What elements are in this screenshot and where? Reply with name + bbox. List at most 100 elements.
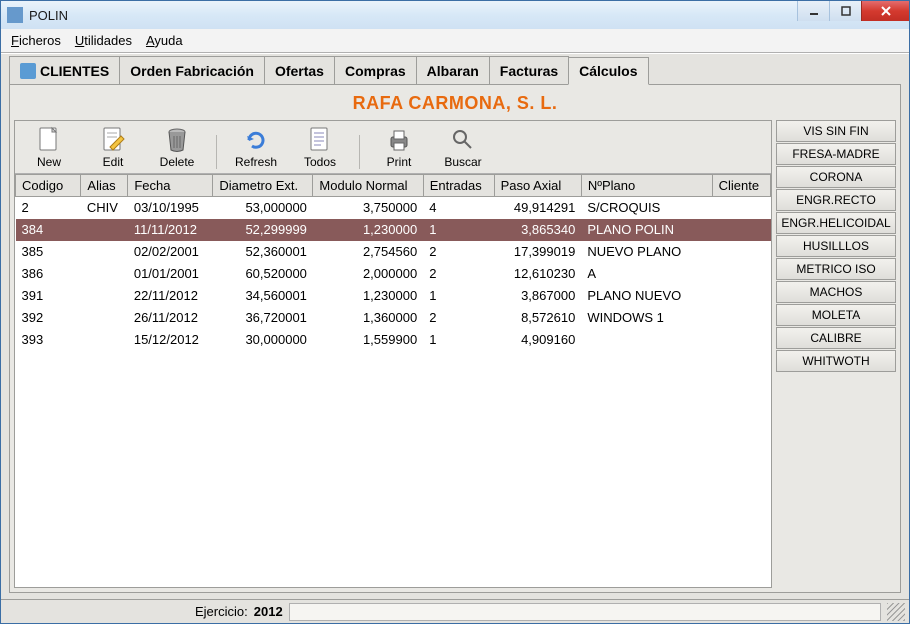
cell: 1,230000 <box>313 285 423 307</box>
column-header[interactable]: Cliente <box>712 175 770 197</box>
window-controls <box>797 1 909 21</box>
delete-label: Delete <box>160 155 195 169</box>
sidebar-button-engr-recto[interactable]: ENGR.RECTO <box>776 189 896 211</box>
column-header[interactable]: Paso Axial <box>494 175 581 197</box>
sidebar-button-fresa-madre[interactable]: FRESA-MADRE <box>776 143 896 165</box>
company-title: RAFA CARMONA, S. L. <box>14 89 896 120</box>
status-ejercicio-label: Ejercicio: <box>195 604 248 619</box>
table-row[interactable]: 38411/11/201252,2999991,23000013,865340P… <box>16 219 771 241</box>
cell: 4 <box>423 197 494 219</box>
cell: 2 <box>423 241 494 263</box>
cell: 12,610230 <box>494 263 581 285</box>
maximize-button[interactable] <box>829 1 861 21</box>
cell <box>712 219 770 241</box>
sidebar: VIS SIN FINFRESA-MADRECORONAENGR.RECTOEN… <box>776 120 896 588</box>
column-header[interactable]: NºPlano <box>581 175 712 197</box>
clientes-icon <box>20 63 36 79</box>
todos-button[interactable]: Todos <box>292 127 348 169</box>
cell: A <box>581 263 712 285</box>
refresh-button[interactable]: Refresh <box>228 127 284 169</box>
sidebar-button-machos[interactable]: MACHOS <box>776 281 896 303</box>
status-cell-empty <box>289 603 881 621</box>
menu-utilidades[interactable]: Utilidades <box>75 33 132 48</box>
cell: 1 <box>423 285 494 307</box>
tab-ofertas[interactable]: Ofertas <box>264 56 335 84</box>
column-header[interactable]: Alias <box>81 175 128 197</box>
minimize-button[interactable] <box>797 1 829 21</box>
edit-button[interactable]: Edit <box>85 127 141 169</box>
cell: 391 <box>16 285 81 307</box>
cell: 49,914291 <box>494 197 581 219</box>
delete-button[interactable]: Delete <box>149 127 205 169</box>
cell: 8,572610 <box>494 307 581 329</box>
tab-albaran[interactable]: Albaran <box>416 56 490 84</box>
table-row[interactable]: 2CHIV03/10/199553,0000003,750000449,9142… <box>16 197 771 219</box>
cell: 385 <box>16 241 81 263</box>
print-button[interactable]: Print <box>371 127 427 169</box>
cell: 52,360001 <box>213 241 313 263</box>
menu-ayuda[interactable]: Ayuda <box>146 33 183 48</box>
cell: 17,399019 <box>494 241 581 263</box>
buscar-label: Buscar <box>444 155 481 169</box>
cell <box>712 197 770 219</box>
titlebar: POLIN <box>1 1 909 29</box>
refresh-label: Refresh <box>235 155 277 169</box>
statusbar: Ejercicio:2012 <box>1 599 909 623</box>
tab-compras[interactable]: Compras <box>334 56 417 84</box>
data-grid[interactable]: CodigoAliasFechaDiametro Ext.Modulo Norm… <box>15 174 771 587</box>
cell: 2 <box>423 307 494 329</box>
work-area: New Edit Delete Refres <box>14 120 896 588</box>
table-header-row: CodigoAliasFechaDiametro Ext.Modulo Norm… <box>16 175 771 197</box>
cell: 01/01/2001 <box>128 263 213 285</box>
resize-grip[interactable] <box>887 603 905 621</box>
cell: 1 <box>423 329 494 351</box>
column-header[interactable]: Fecha <box>128 175 213 197</box>
table-row[interactable]: 39315/12/201230,0000001,55990014,909160 <box>16 329 771 351</box>
new-button[interactable]: New <box>21 127 77 169</box>
tab-c-lculos[interactable]: Cálculos <box>568 57 648 85</box>
sidebar-button-corona[interactable]: CORONA <box>776 166 896 188</box>
edit-label: Edit <box>103 155 124 169</box>
cell <box>712 329 770 351</box>
column-header[interactable]: Modulo Normal <box>313 175 423 197</box>
buscar-button[interactable]: Buscar <box>435 127 491 169</box>
table-row[interactable]: 38601/01/200160,5200002,000000212,610230… <box>16 263 771 285</box>
sidebar-button-husilllos[interactable]: HUSILLLOS <box>776 235 896 257</box>
table-row[interactable]: 39226/11/201236,7200011,36000028,572610W… <box>16 307 771 329</box>
tab-label: CLIENTES <box>40 63 109 79</box>
column-header[interactable]: Entradas <box>423 175 494 197</box>
toolbar-separator <box>216 135 217 169</box>
column-header[interactable]: Codigo <box>16 175 81 197</box>
tab-facturas[interactable]: Facturas <box>489 56 569 84</box>
cell: 36,720001 <box>213 307 313 329</box>
table-body: 2CHIV03/10/199553,0000003,750000449,9142… <box>16 197 771 351</box>
column-header[interactable]: Diametro Ext. <box>213 175 313 197</box>
cell: 393 <box>16 329 81 351</box>
menubar: Ficheros Utilidades Ayuda <box>1 29 909 53</box>
cell <box>712 241 770 263</box>
sidebar-button-engr-helicoidal[interactable]: ENGR.HELICOIDAL <box>776 212 896 234</box>
sidebar-button-vis-sin-fin[interactable]: VIS SIN FIN <box>776 120 896 142</box>
tab-clientes[interactable]: CLIENTES <box>9 56 120 84</box>
cell: 3,867000 <box>494 285 581 307</box>
table-row[interactable]: 39122/11/201234,5600011,23000013,867000P… <box>16 285 771 307</box>
cell: 15/12/2012 <box>128 329 213 351</box>
sidebar-button-metrico-iso[interactable]: METRICO ISO <box>776 258 896 280</box>
sidebar-button-moleta[interactable]: MOLETA <box>776 304 896 326</box>
cell: 384 <box>16 219 81 241</box>
cell: 1,559900 <box>313 329 423 351</box>
close-button[interactable] <box>861 1 909 21</box>
sidebar-button-whitwoth[interactable]: WHITWOTH <box>776 350 896 372</box>
tab-panel-calculos: RAFA CARMONA, S. L. New Edit <box>9 84 901 593</box>
new-icon <box>36 127 62 153</box>
sidebar-button-calibre[interactable]: CALIBRE <box>776 327 896 349</box>
cell <box>712 307 770 329</box>
main-panel: New Edit Delete Refres <box>14 120 772 588</box>
menu-ficheros[interactable]: Ficheros <box>11 33 61 48</box>
tab-orden-fabricaci-n[interactable]: Orden Fabricación <box>119 56 265 84</box>
cell <box>81 329 128 351</box>
cell: 26/11/2012 <box>128 307 213 329</box>
table-row[interactable]: 38502/02/200152,3600012,754560217,399019… <box>16 241 771 263</box>
cell: 02/02/2001 <box>128 241 213 263</box>
cell <box>81 263 128 285</box>
